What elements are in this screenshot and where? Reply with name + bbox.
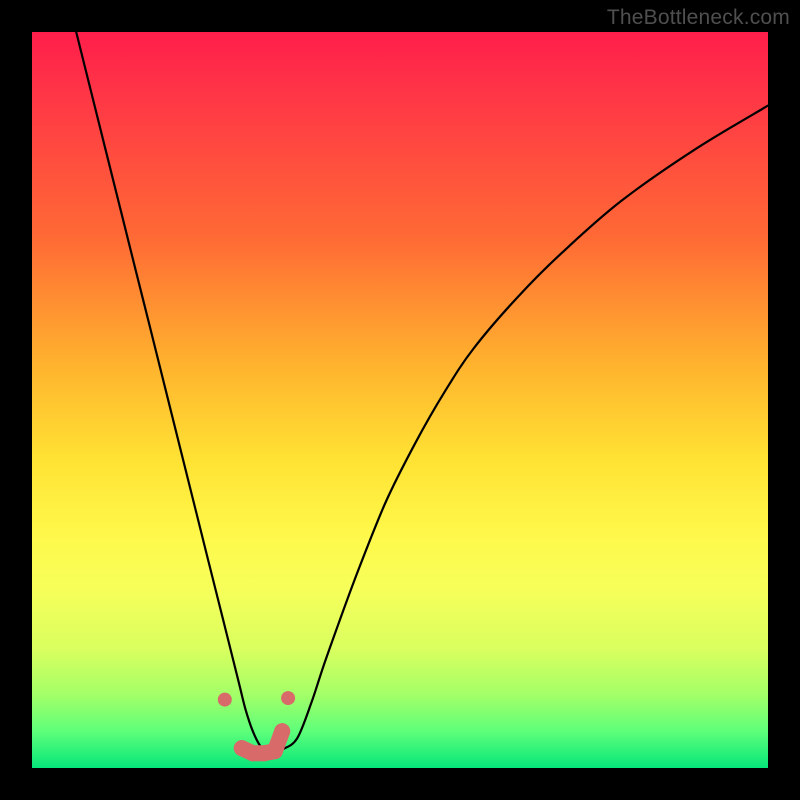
chart-svg (32, 32, 768, 768)
marker-dot (281, 691, 295, 705)
outer-frame: TheBottleneck.com (0, 0, 800, 800)
marker-cluster (218, 691, 295, 761)
marker-dot (267, 743, 283, 759)
marker-dot (218, 693, 232, 707)
watermark-text: TheBottleneck.com (607, 6, 790, 30)
marker-dot (274, 723, 290, 739)
bottleneck-curve (76, 32, 768, 754)
